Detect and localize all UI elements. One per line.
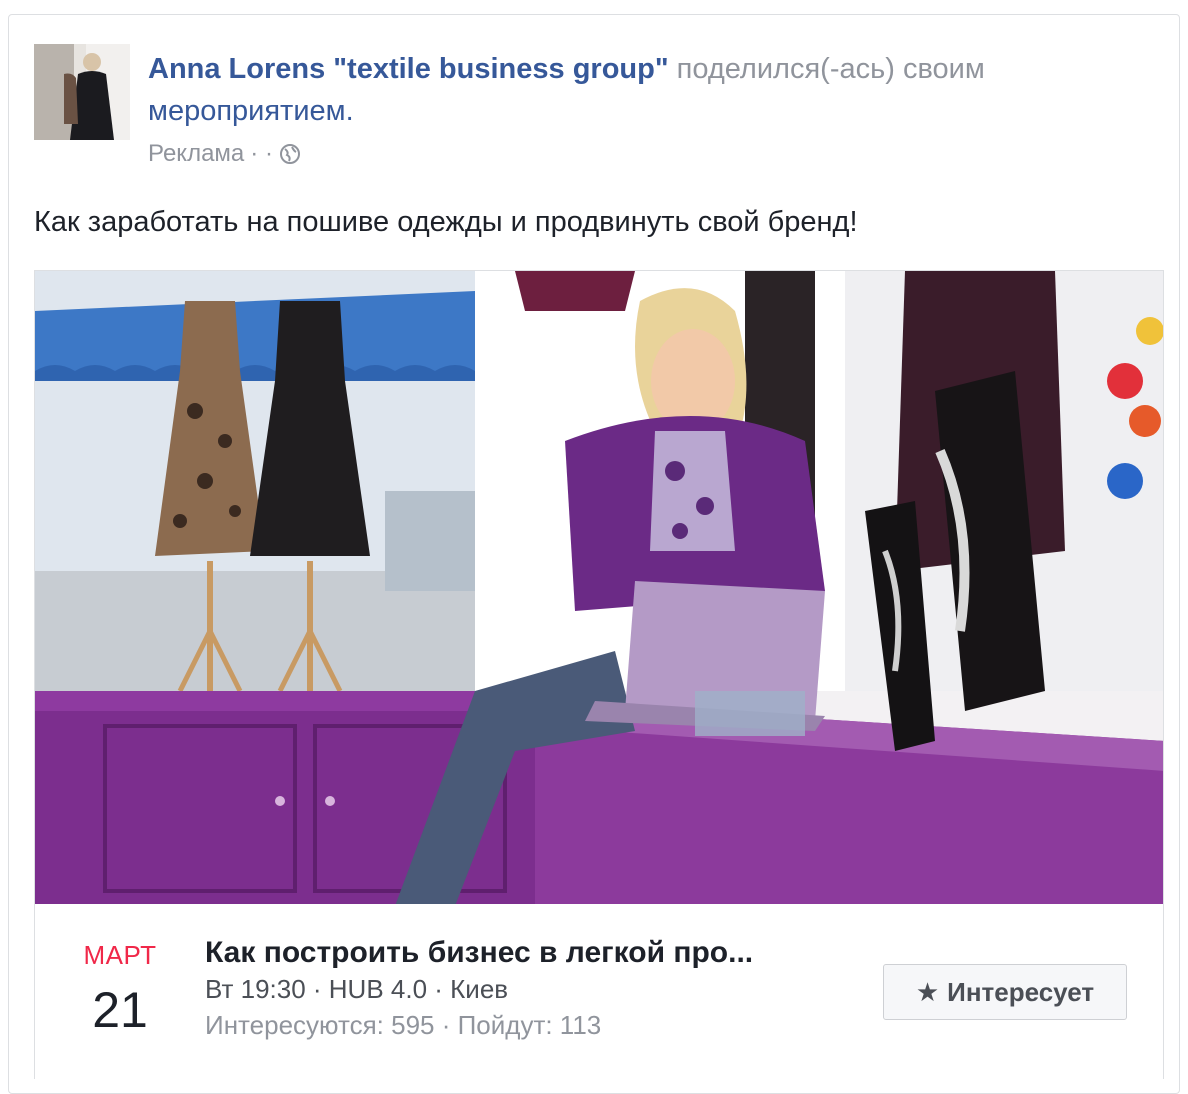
event-info-bar[interactable]: МАРТ 21 Как построить бизнес в легкой пр… [34, 904, 1164, 1079]
event-stats: Интересуются: 595 · Пойдут: 113 [205, 1010, 602, 1040]
event-day: 21 [92, 982, 148, 1038]
action-text: поделился(-ась) своим [668, 53, 985, 85]
author-avatar[interactable] [34, 44, 130, 140]
post-header: Anna Lorens "textile business group" под… [148, 48, 1138, 132]
event-link[interactable]: мероприятием. [148, 95, 354, 127]
post-text: Как заработать на пошиве одежды и продви… [34, 206, 858, 238]
author-name-link[interactable]: Anna Lorens "textile business group" [148, 53, 669, 85]
sponsored-row: Реклама · · [148, 140, 301, 168]
sponsored-label[interactable]: Реклама [148, 140, 244, 168]
star-icon: ★ [915, 976, 940, 1007]
event-title[interactable]: Как построить бизнес в легкой про... [205, 936, 845, 970]
interested-button[interactable]: ★ Интересует [883, 964, 1127, 1020]
interested-label: Интересует [947, 976, 1095, 1007]
event-cover-photo[interactable] [34, 270, 1164, 905]
event-month: МАРТ [83, 940, 157, 970]
event-time-location: Вт 19:30 · HUB 4.0 · Киев [205, 974, 509, 1004]
globe-icon [279, 143, 301, 165]
sponsored-separator: · · [250, 140, 273, 167]
